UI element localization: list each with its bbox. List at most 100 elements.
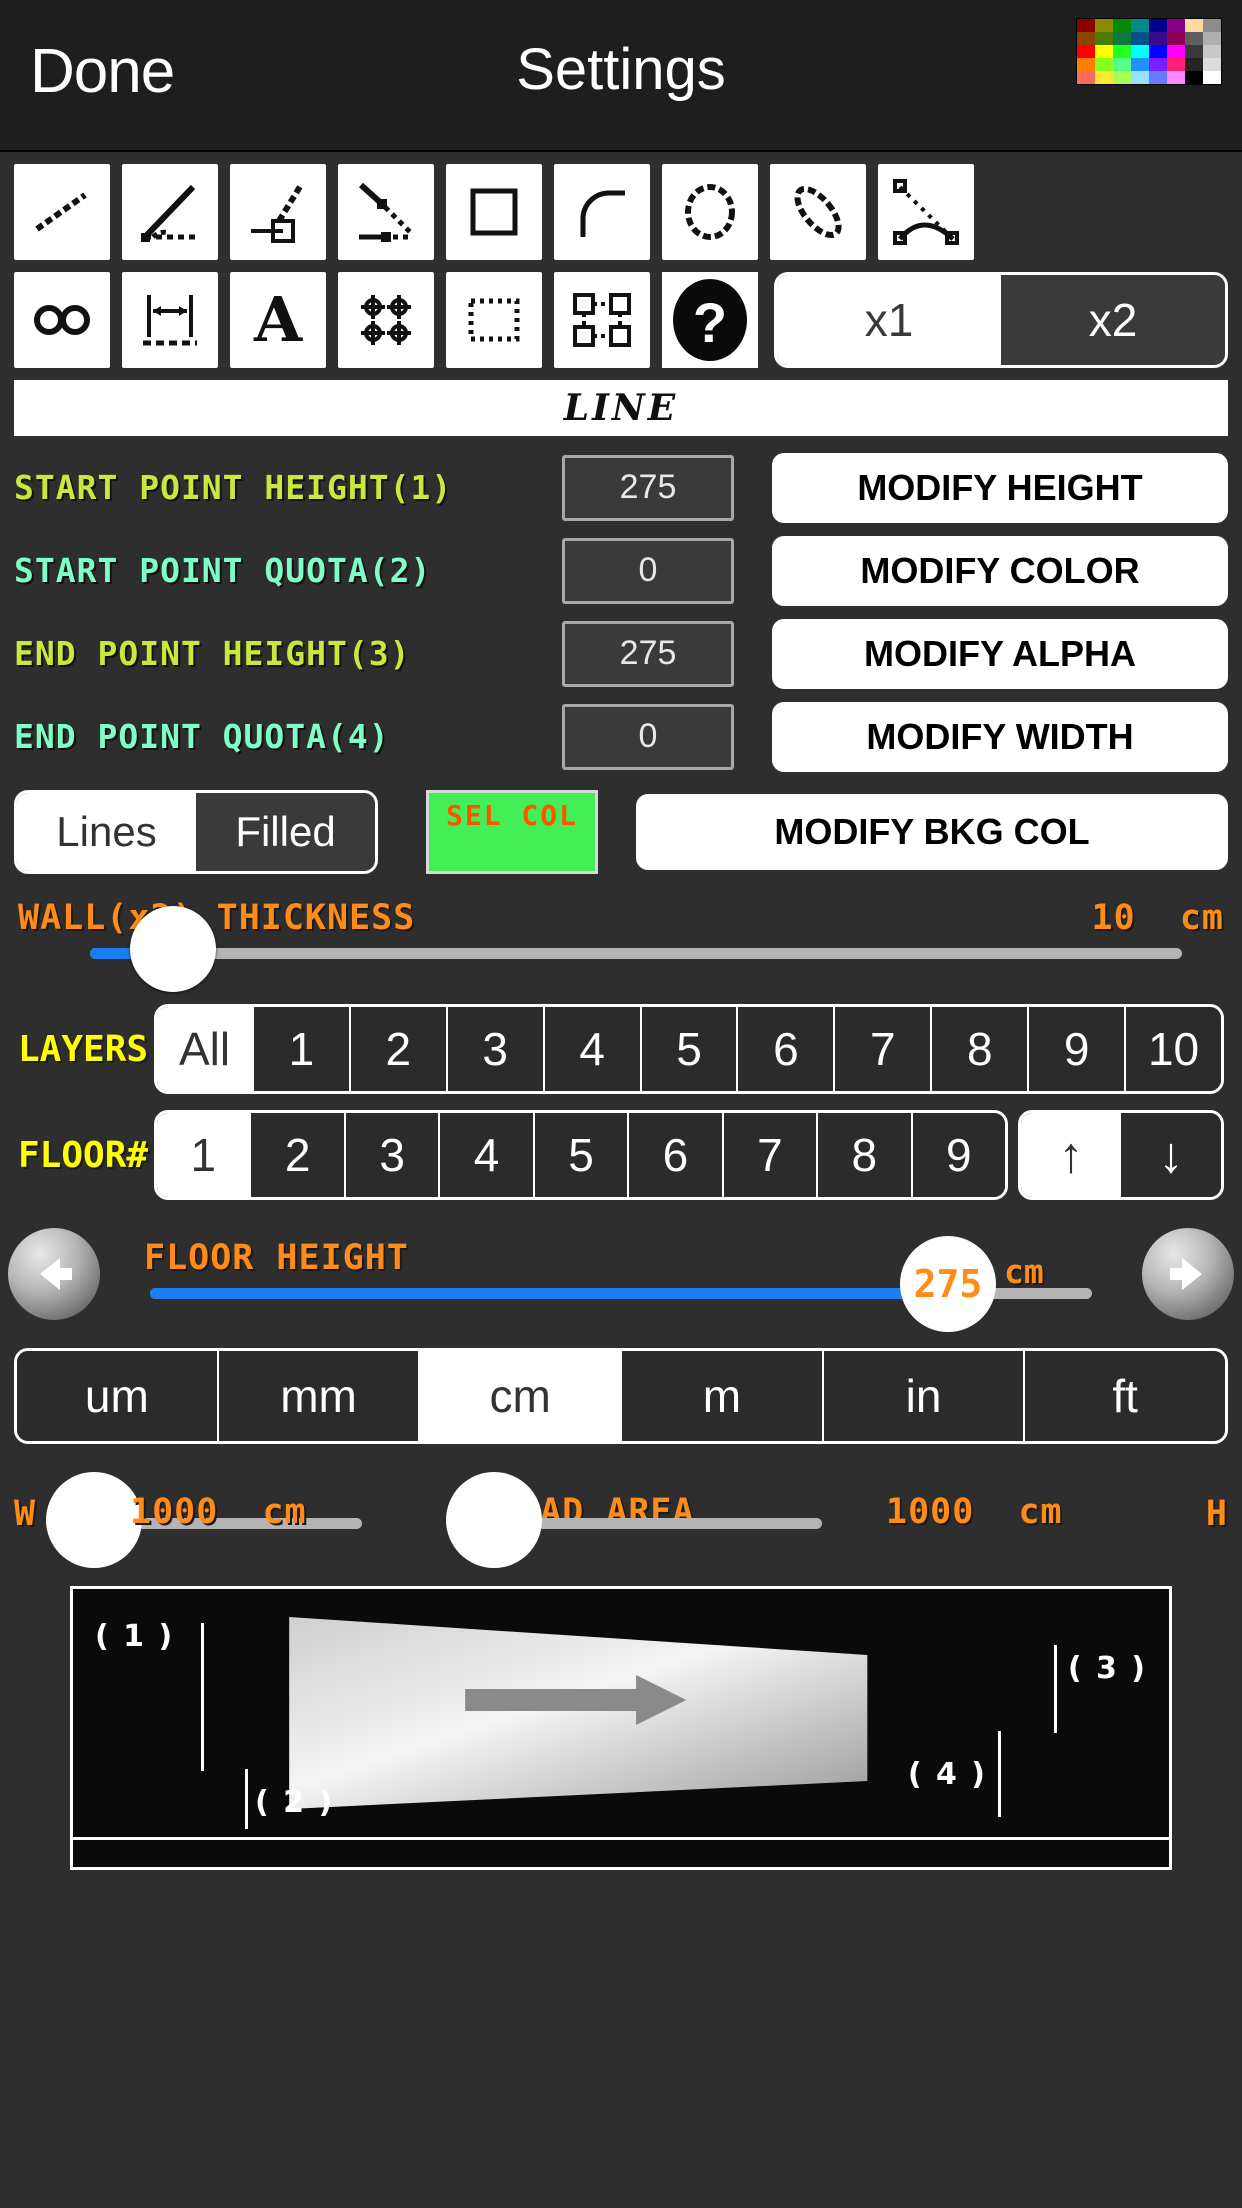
fill-mode-filled-option[interactable]: Filled — [196, 793, 375, 871]
palette-swatch[interactable] — [1095, 19, 1113, 32]
next-arrow-button[interactable] — [1142, 1228, 1234, 1320]
palette-swatch[interactable] — [1113, 71, 1131, 84]
param-value-end-quota[interactable]: 0 — [562, 703, 734, 770]
prev-arrow-button[interactable] — [8, 1228, 100, 1320]
palette-swatch[interactable] — [1203, 45, 1221, 58]
palette-swatch[interactable] — [1113, 45, 1131, 58]
units-segmented[interactable]: um mm cm m in ft — [14, 1348, 1228, 1444]
fill-mode-lines-option[interactable]: Lines — [17, 793, 196, 871]
palette-swatch[interactable] — [1149, 45, 1167, 58]
ellipse-tool[interactable] — [770, 164, 866, 260]
units-option-m[interactable]: m — [622, 1351, 824, 1441]
modify-bkg-color-button[interactable]: MODIFY BKG COL — [636, 794, 1228, 870]
floor-option-4[interactable]: 4 — [440, 1113, 535, 1197]
layers-segmented[interactable]: All 1 2 3 4 5 6 7 8 9 10 — [154, 1004, 1224, 1094]
color-palette-swatch[interactable] — [1076, 18, 1222, 85]
palette-swatch[interactable] — [1095, 58, 1113, 71]
palette-swatch[interactable] — [1203, 19, 1221, 32]
floor-height-thumb[interactable]: 275 — [900, 1236, 996, 1332]
layers-option-6[interactable]: 6 — [738, 1007, 836, 1091]
palette-swatch[interactable] — [1095, 71, 1113, 84]
rectangle-tool[interactable] — [446, 164, 542, 260]
layers-option-10[interactable]: 10 — [1126, 1007, 1222, 1091]
palette-swatch[interactable] — [1185, 45, 1203, 58]
units-option-cm[interactable]: cm — [420, 1351, 623, 1441]
palette-swatch[interactable] — [1113, 32, 1131, 45]
units-option-ft[interactable]: ft — [1025, 1351, 1225, 1441]
palette-swatch[interactable] — [1149, 19, 1167, 32]
selection-tool[interactable] — [446, 272, 542, 368]
group-objects-tool[interactable] — [554, 272, 650, 368]
palette-swatch[interactable] — [1185, 32, 1203, 45]
floor-option-9[interactable]: 9 — [912, 1113, 1005, 1197]
palette-swatch[interactable] — [1203, 58, 1221, 71]
zoom-x2-option[interactable]: x2 — [1001, 275, 1225, 365]
floor-option-1[interactable]: 1 — [157, 1113, 252, 1197]
grid-points-tool[interactable] — [338, 272, 434, 368]
palette-swatch[interactable] — [1167, 58, 1185, 71]
floor-up-arrow-icon[interactable]: ↑ — [1021, 1113, 1121, 1197]
layers-option-5[interactable]: 5 — [641, 1007, 739, 1091]
palette-swatch[interactable] — [1167, 71, 1185, 84]
help-tool[interactable]: ? — [662, 272, 758, 368]
layers-option-7[interactable]: 7 — [835, 1007, 933, 1091]
units-option-mm[interactable]: mm — [218, 1351, 421, 1441]
units-option-um[interactable]: um — [17, 1351, 219, 1441]
palette-swatch[interactable] — [1077, 19, 1095, 32]
curve-area-tool[interactable] — [878, 164, 974, 260]
cad-height-thumb[interactable] — [446, 1472, 542, 1568]
wall-thickness-thumb[interactable] — [130, 906, 216, 992]
modify-alpha-button[interactable]: MODIFY ALPHA — [772, 618, 1228, 689]
palette-swatch[interactable] — [1149, 32, 1167, 45]
angle-line-tool[interactable] — [122, 164, 218, 260]
layers-option-9[interactable]: 9 — [1029, 1007, 1127, 1091]
floor-option-2[interactable]: 2 — [251, 1113, 346, 1197]
floor-step-group[interactable]: ↑ ↓ — [1018, 1110, 1224, 1200]
palette-swatch[interactable] — [1077, 71, 1095, 84]
param-value-start-quota[interactable]: 0 — [562, 537, 734, 604]
palette-swatch[interactable] — [1203, 71, 1221, 84]
palette-swatch[interactable] — [1185, 19, 1203, 32]
palette-swatch[interactable] — [1077, 58, 1095, 71]
palette-swatch[interactable] — [1131, 71, 1149, 84]
floor-option-5[interactable]: 5 — [534, 1113, 630, 1197]
palette-swatch[interactable] — [1095, 45, 1113, 58]
line-to-box-tool[interactable] — [230, 164, 326, 260]
param-value-end-height[interactable]: 275 — [562, 620, 734, 687]
layers-option-all[interactable]: All — [157, 1007, 254, 1091]
palette-swatch[interactable] — [1131, 58, 1149, 71]
dimension-tool[interactable] — [122, 272, 218, 368]
palette-swatch[interactable] — [1203, 32, 1221, 45]
palette-swatch[interactable] — [1185, 58, 1203, 71]
text-tool[interactable]: A — [230, 272, 326, 368]
layers-option-3[interactable]: 3 — [447, 1007, 545, 1091]
modify-width-button[interactable]: MODIFY WIDTH — [772, 701, 1228, 772]
polyline-tool[interactable] — [338, 164, 434, 260]
floor-segmented[interactable]: 123456789 — [154, 1110, 1008, 1200]
palette-swatch[interactable] — [1167, 45, 1185, 58]
palette-swatch[interactable] — [1185, 71, 1203, 84]
palette-swatch[interactable] — [1131, 19, 1149, 32]
palette-swatch[interactable] — [1077, 45, 1095, 58]
floor-down-arrow-icon[interactable]: ↓ — [1121, 1113, 1221, 1197]
line-tool[interactable] — [14, 164, 110, 260]
arc-tool[interactable] — [554, 164, 650, 260]
floor-option-8[interactable]: 8 — [818, 1113, 913, 1197]
cad-width-thumb[interactable] — [46, 1472, 142, 1568]
palette-swatch[interactable] — [1149, 58, 1167, 71]
palette-swatch[interactable] — [1113, 19, 1131, 32]
floor-option-6[interactable]: 6 — [629, 1113, 724, 1197]
preview-canvas[interactable]: ( 1 ) ( 2 ) ( 3 ) ( 4 ) — [73, 1589, 1169, 1837]
units-option-in[interactable]: in — [823, 1351, 1026, 1441]
palette-swatch[interactable] — [1131, 32, 1149, 45]
palette-swatch[interactable] — [1077, 32, 1095, 45]
floor-option-3[interactable]: 3 — [345, 1113, 441, 1197]
palette-swatch[interactable] — [1113, 58, 1131, 71]
zoom-factor-segmented[interactable]: x1 x2 — [774, 272, 1228, 368]
palette-swatch[interactable] — [1149, 71, 1167, 84]
modify-height-button[interactable]: MODIFY HEIGHT — [772, 452, 1228, 523]
palette-swatch[interactable] — [1167, 19, 1185, 32]
circle-tool[interactable] — [662, 164, 758, 260]
floor-option-7[interactable]: 7 — [723, 1113, 819, 1197]
fill-mode-segmented[interactable]: Lines Filled — [14, 790, 378, 874]
